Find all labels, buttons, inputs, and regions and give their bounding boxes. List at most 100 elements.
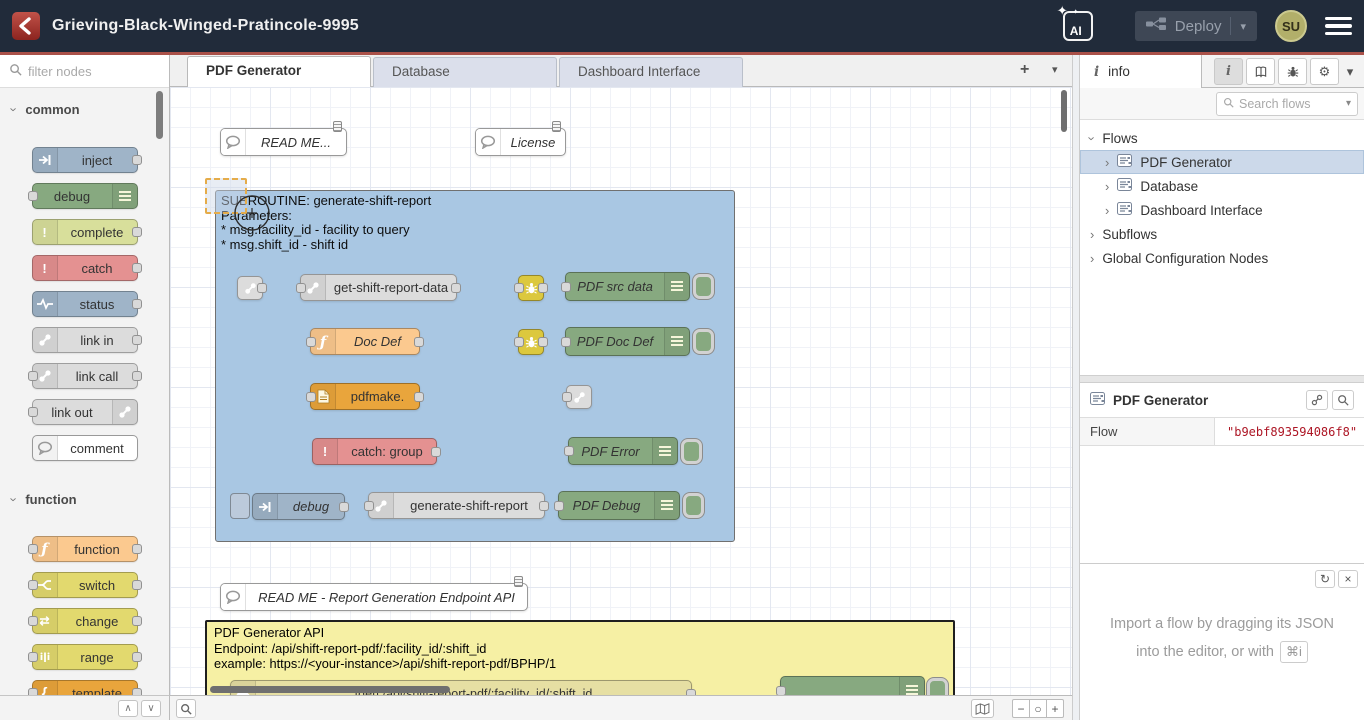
output-port[interactable] <box>132 580 142 590</box>
output-port[interactable] <box>414 392 424 402</box>
input-port[interactable] <box>564 446 574 456</box>
tab-dashboard-interface[interactable]: Dashboard Interface <box>559 57 743 87</box>
node-debug-junction[interactable] <box>518 275 544 301</box>
sidebar-divider[interactable] <box>1080 375 1364 383</box>
sidebar-splitter[interactable] <box>1072 55 1080 720</box>
input-port[interactable] <box>306 337 316 347</box>
palette-node-function[interactable]: ƒ function <box>32 536 138 562</box>
palette-node-complete[interactable]: ! complete <box>32 219 138 245</box>
config-gear-button[interactable]: ⚙ <box>1310 58 1339 85</box>
input-port[interactable] <box>28 407 38 417</box>
palette-node-link-in[interactable]: link in <box>32 327 138 353</box>
palette-node-link-out[interactable]: link out <box>32 399 138 425</box>
tab-database[interactable]: Database <box>373 57 557 87</box>
palette-scroll-up-button[interactable]: ∧ <box>118 700 138 717</box>
input-port[interactable] <box>562 392 572 402</box>
refresh-button[interactable]: ↻ <box>1315 570 1335 588</box>
palette-node-inject[interactable]: inject <box>32 147 138 173</box>
tree-item-pdf-generator[interactable]: › PDF Generator <box>1080 150 1364 174</box>
node-debug-junction[interactable] <box>518 329 544 355</box>
input-port[interactable] <box>554 501 564 511</box>
input-port[interactable] <box>776 686 786 696</box>
debug-toggle-button[interactable] <box>693 274 714 299</box>
tree-item-database[interactable]: › Database <box>1080 174 1364 198</box>
palette-category-function[interactable]: › function <box>0 487 169 511</box>
output-port[interactable] <box>257 283 267 293</box>
input-port[interactable] <box>28 688 38 695</box>
input-port[interactable] <box>561 282 571 292</box>
debug-toggle-button[interactable] <box>681 439 702 464</box>
flow-canvas[interactable]: SUBROUTINE: generate-shift-report Parame… <box>170 87 1072 695</box>
palette-node-switch[interactable]: switch <box>32 572 138 598</box>
output-port[interactable] <box>132 616 142 626</box>
zoom-out-button[interactable]: − <box>1012 699 1030 718</box>
output-port[interactable] <box>132 371 142 381</box>
input-port[interactable] <box>364 501 374 511</box>
output-port[interactable] <box>132 155 142 165</box>
tree-flows-header[interactable]: › Flows <box>1080 126 1364 150</box>
debug-toggle-button[interactable] <box>693 329 714 354</box>
debug-toggle-button[interactable] <box>683 493 704 518</box>
node-catch-group[interactable]: ! catch: group <box>312 438 437 465</box>
debug-bug-button[interactable] <box>1278 58 1307 85</box>
canvas-vertical-scrollbar[interactable] <box>1061 90 1067 132</box>
search-button[interactable] <box>1332 390 1354 410</box>
output-port[interactable] <box>538 337 548 347</box>
input-port[interactable] <box>28 580 38 590</box>
comment-license[interactable]: License <box>475 128 566 156</box>
input-port[interactable] <box>306 392 316 402</box>
output-port[interactable] <box>539 501 549 511</box>
palette-filter-input[interactable] <box>28 64 140 79</box>
input-port[interactable] <box>561 337 571 347</box>
output-port[interactable] <box>414 337 424 347</box>
node-pdf-doc-def[interactable]: PDF Doc Def <box>565 327 690 356</box>
palette-node-catch[interactable]: ! catch <box>32 255 138 281</box>
palette-node-status[interactable]: status <box>32 291 138 317</box>
palette-node-template[interactable]: { template <box>32 680 138 695</box>
node-doc-def[interactable]: ƒ Doc Def <box>310 328 420 355</box>
node-pdf-error[interactable]: PDF Error <box>568 437 678 465</box>
input-port[interactable] <box>514 337 524 347</box>
input-port[interactable] <box>514 283 524 293</box>
tab-list-caret-icon[interactable]: ▾ <box>1052 63 1058 76</box>
ai-assistant-button[interactable]: ✦ ✦ AI <box>1063 11 1093 41</box>
palette-node-comment[interactable]: comment <box>32 435 138 461</box>
node-debug-partial[interactable] <box>780 676 925 695</box>
tree-subflows-header[interactable]: › Subflows <box>1080 222 1364 246</box>
input-port[interactable] <box>296 283 306 293</box>
palette-node-link-call[interactable]: link call <box>32 363 138 389</box>
copy-link-button[interactable] <box>1306 390 1328 410</box>
sidebar-tab-info[interactable]: i info <box>1080 55 1202 88</box>
input-port[interactable] <box>28 191 38 201</box>
input-port[interactable] <box>28 652 38 662</box>
add-flow-button[interactable]: + <box>1020 61 1029 79</box>
zoom-reset-button[interactable]: ○ <box>1029 699 1047 718</box>
palette-node-change[interactable]: ⇄ change <box>32 608 138 634</box>
output-port[interactable] <box>339 502 349 512</box>
node-debug-inject[interactable]: debug <box>252 493 345 520</box>
output-port[interactable] <box>431 447 441 457</box>
group-subroutine[interactable]: SUBROUTINE: generate-shift-report Parame… <box>215 190 735 542</box>
canvas-search-button[interactable] <box>176 699 196 718</box>
info-tool-button[interactable]: i <box>1214 58 1243 85</box>
node-generate-shift-report[interactable]: generate-shift-report <box>368 492 545 519</box>
palette-scroll-down-button[interactable]: ∨ <box>141 700 161 717</box>
main-menu-button[interactable] <box>1325 17 1352 36</box>
node-pdf-debug[interactable]: PDF Debug <box>558 491 680 520</box>
zoom-in-button[interactable]: + <box>1046 699 1064 718</box>
deploy-caret-icon[interactable]: ▾ <box>1240 20 1246 33</box>
node-link-out[interactable] <box>566 385 592 409</box>
output-port[interactable] <box>132 688 142 695</box>
tree-global-config-header[interactable]: › Global Configuration Nodes <box>1080 246 1364 270</box>
output-port[interactable] <box>538 283 548 293</box>
node-link-in[interactable] <box>237 276 263 300</box>
search-flows-input[interactable] <box>1239 97 1341 111</box>
output-port[interactable] <box>132 299 142 309</box>
node-pdf-src-data[interactable]: PDF src data <box>565 272 690 301</box>
inject-button[interactable] <box>230 493 250 519</box>
palette-node-range[interactable]: range <box>32 644 138 670</box>
node-get-shift-report-data[interactable]: get-shift-report-data <box>300 274 457 301</box>
output-port[interactable] <box>132 227 142 237</box>
tab-pdf-generator[interactable]: PDF Generator <box>187 56 371 87</box>
help-book-button[interactable] <box>1246 58 1275 85</box>
